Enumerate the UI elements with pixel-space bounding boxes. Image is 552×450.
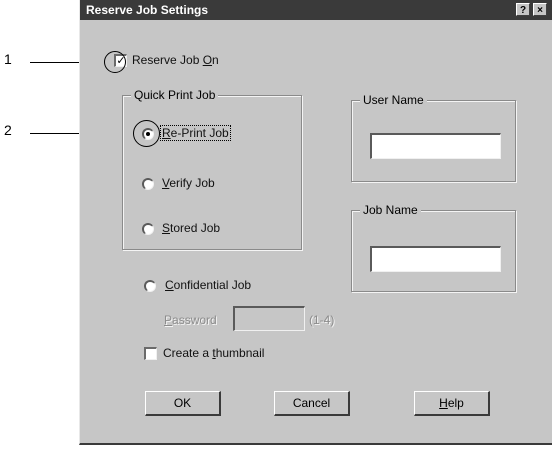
- job-name-title: Job Name: [360, 203, 421, 217]
- help-button[interactable]: Help: [414, 391, 490, 416]
- callout-circle-1: [104, 51, 126, 73]
- confidential-job-radio[interactable]: [144, 280, 156, 292]
- quick-print-job-title: Quick Print Job: [131, 88, 219, 102]
- password-hint: (1-4): [309, 313, 335, 327]
- stored-job-label[interactable]: Stored Job: [162, 221, 220, 235]
- cancel-button[interactable]: Cancel: [274, 391, 350, 416]
- create-thumbnail-checkbox[interactable]: [144, 347, 157, 360]
- title-bar: Reserve Job Settings ? ×: [80, 0, 552, 20]
- ok-button[interactable]: OK: [145, 391, 221, 416]
- close-title-button[interactable]: ×: [533, 3, 547, 16]
- user-name-title: User Name: [360, 93, 427, 107]
- callout-number-1: 1: [4, 51, 12, 67]
- confidential-job-label[interactable]: Confidential Job: [165, 278, 251, 292]
- verify-job-radio[interactable]: [142, 178, 154, 190]
- reserve-job-on-label[interactable]: Reserve Job On: [132, 53, 219, 67]
- dialog-title: Reserve Job Settings: [86, 3, 209, 17]
- user-name-input[interactable]: [370, 133, 501, 159]
- password-input[interactable]: [233, 306, 305, 331]
- callout-circle-2: [133, 120, 160, 147]
- stored-job-radio[interactable]: [142, 223, 154, 235]
- password-label: Password: [164, 313, 217, 327]
- callout-number-2: 2: [4, 122, 12, 138]
- reserve-job-settings-dialog: Reserve Job Settings ? × ✓ Reserve Job O…: [79, 0, 552, 445]
- verify-job-label[interactable]: Verify Job: [162, 176, 215, 190]
- reprint-job-label[interactable]: Re-Print Job: [160, 125, 231, 141]
- create-thumbnail-label[interactable]: Create a thumbnail: [163, 346, 264, 360]
- help-title-button[interactable]: ?: [516, 3, 530, 16]
- job-name-input[interactable]: [370, 246, 501, 272]
